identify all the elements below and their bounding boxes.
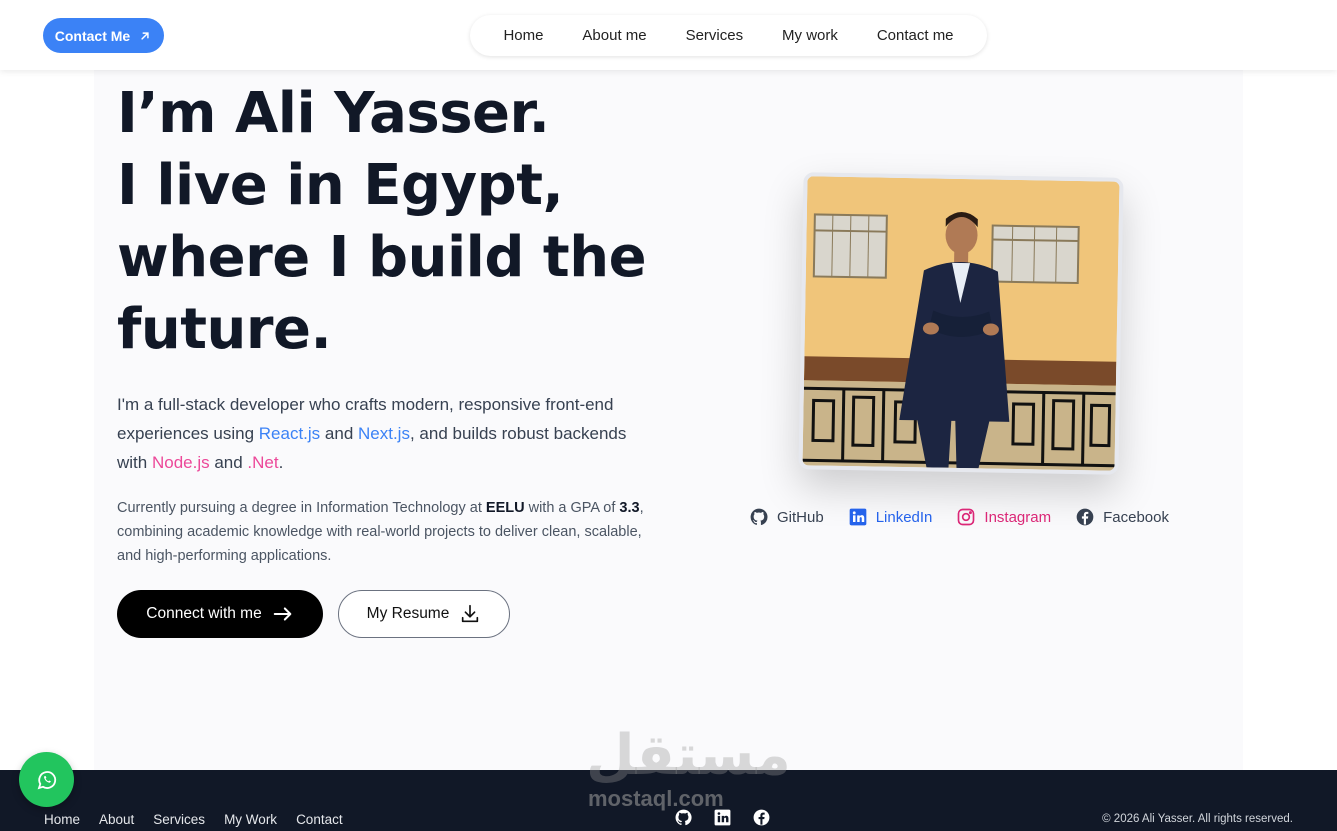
github-link[interactable]: GitHub <box>749 507 824 527</box>
nav-my-work[interactable]: My work <box>782 27 838 44</box>
footer-link-home[interactable]: Home <box>44 812 80 827</box>
headline-line-3: where I build the <box>117 225 647 290</box>
connect-button[interactable]: Connect with me <box>117 590 323 638</box>
main-nav: Home About me Services My work Contact m… <box>470 15 987 56</box>
facebook-icon[interactable] <box>752 808 771 827</box>
node-highlight: Node.js <box>151 453 210 472</box>
nav-home[interactable]: Home <box>503 27 543 44</box>
detail-text: Currently pursuing a degree in Informati… <box>117 500 486 516</box>
headline-line-4: future. <box>117 297 332 362</box>
detail-text: with a GPA of <box>524 500 620 516</box>
next-highlight: Next.js <box>358 424 410 443</box>
site-header: Contact Me Home About me Services My wor… <box>0 0 1337 70</box>
instagram-label: Instagram <box>984 508 1052 526</box>
linkedin-link[interactable]: LinkedIn <box>848 507 933 527</box>
nav-about[interactable]: About me <box>582 27 646 44</box>
headline-line-1: I’m Ali Yasser. <box>117 81 550 146</box>
resume-label: My Resume <box>366 605 450 622</box>
react-highlight: React.js <box>258 424 321 443</box>
net-highlight: .Net <box>247 453 279 472</box>
profile-photo <box>798 172 1124 475</box>
headline-line-2: I live in Egypt, <box>117 153 564 218</box>
instagram-link[interactable]: Instagram <box>956 507 1051 527</box>
linkedin-label: LinkedIn <box>875 508 933 526</box>
whatsapp-button[interactable] <box>19 752 74 807</box>
footer-link-contact[interactable]: Contact <box>296 812 343 827</box>
intro-text: and <box>209 453 248 472</box>
hero-headline: I’m Ali Yasser. I live in Egypt, where I… <box>117 78 677 366</box>
nav-services[interactable]: Services <box>686 27 744 44</box>
watermark-latin: mostaql.com <box>588 786 724 811</box>
footer-link-services[interactable]: Services <box>153 812 205 827</box>
contact-me-button[interactable]: Contact Me <box>43 18 164 53</box>
github-label: GitHub <box>777 508 824 526</box>
whatsapp-icon <box>37 770 56 789</box>
linkedin-icon <box>849 508 867 526</box>
download-icon <box>462 604 479 623</box>
footer-link-about[interactable]: About <box>99 812 134 827</box>
hero-intro: I'm a full-stack developer who crafts mo… <box>117 390 647 477</box>
gpa-value: 3.3 <box>619 500 640 516</box>
facebook-link[interactable]: Facebook <box>1075 507 1169 527</box>
social-links: GitHub LinkedIn Instagram Facebook <box>749 507 1169 527</box>
watermark-arabic: مستقل <box>586 723 791 788</box>
footer-link-my-work[interactable]: My Work <box>224 812 277 827</box>
arrow-right-icon <box>273 607 292 621</box>
nav-contact[interactable]: Contact me <box>877 27 954 44</box>
intro-text: . <box>278 453 284 472</box>
arrow-up-right-icon <box>141 31 149 40</box>
school-name: EELU <box>485 500 525 516</box>
github-icon <box>750 508 768 526</box>
connect-label: Connect with me <box>146 605 262 622</box>
copyright-text: © 2026 Ali Yasser. All rights reserved. <box>1102 813 1293 825</box>
hero-detail: Currently pursuing a degree in Informati… <box>117 496 647 568</box>
facebook-icon <box>1076 508 1094 526</box>
intro-text: and <box>320 424 358 443</box>
instagram-icon <box>958 508 975 526</box>
footer-nav: Home About Services My Work Contact <box>44 812 343 827</box>
resume-button[interactable]: My Resume <box>338 590 510 638</box>
contact-me-label: Contact Me <box>54 27 131 44</box>
facebook-label: Facebook <box>1103 508 1169 526</box>
